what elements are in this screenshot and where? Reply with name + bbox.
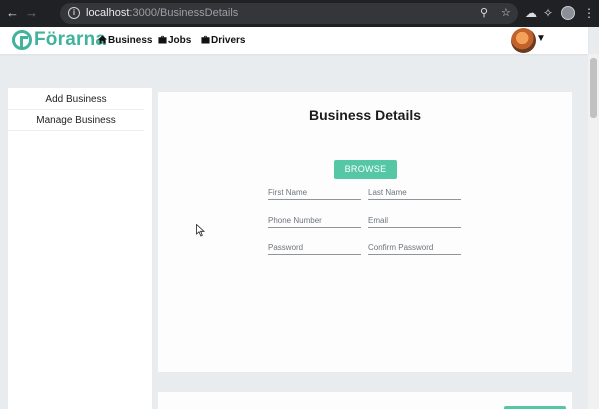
extension-puzzle-icon[interactable]: ✧ [543, 5, 553, 21]
nav-drivers-label: Drivers [211, 35, 246, 46]
zoom-icon[interactable]: ⚲ [480, 6, 488, 21]
browser-menu-icon[interactable]: ⋮ [583, 5, 595, 21]
browser-profile-avatar[interactable] [561, 6, 575, 20]
forward-arrow-icon[interactable]: → [25, 5, 38, 21]
scrollbar-thumb[interactable] [590, 58, 597, 118]
user-avatar[interactable] [511, 28, 536, 53]
site-info-icon[interactable]: i [68, 7, 80, 19]
app-navbar: Förarna Business Jobs Drivers ▼ [0, 27, 588, 54]
browser-toolbar: ← → i localhost:3000/BusinessDetails ⚲ ☆… [0, 0, 599, 27]
sidebar-item-manage-business[interactable]: Manage Business [8, 110, 144, 131]
url-path: :3000/BusinessDetails [129, 7, 239, 19]
home-icon [98, 35, 107, 44]
chevron-down-icon[interactable]: ▼ [536, 33, 546, 45]
page-scrollbar[interactable] [588, 54, 599, 409]
business-details-card: Business Details BROWSE [158, 92, 572, 372]
logo-mark-icon [12, 30, 32, 50]
phone-number-field-wrap [268, 214, 361, 228]
last-name-field[interactable] [368, 186, 461, 199]
first-name-field[interactable] [268, 186, 361, 199]
bookmark-star-icon[interactable]: ☆ [501, 6, 511, 21]
briefcase-icon [158, 35, 167, 44]
phone-number-field[interactable] [268, 214, 361, 227]
url-host: localhost [86, 7, 130, 19]
secondary-card [158, 392, 572, 409]
logo-text: Förarna [34, 29, 107, 50]
mouse-cursor-icon [196, 224, 206, 237]
email-field-wrap [368, 214, 461, 228]
extension-cloud-icon[interactable]: ☁ [525, 5, 537, 21]
password-field[interactable] [268, 241, 361, 254]
sidebar: Add Business Manage Business [8, 88, 152, 409]
last-name-field-wrap [368, 186, 461, 200]
briefcase-icon [201, 35, 210, 44]
email-field[interactable] [368, 214, 461, 227]
first-name-field-wrap [268, 186, 361, 200]
page-title: Business Details [308, 107, 422, 123]
address-url[interactable]: localhost:3000/BusinessDetails [86, 6, 238, 21]
back-arrow-icon[interactable]: ← [6, 5, 19, 21]
password-field-wrap [268, 241, 361, 255]
sidebar-item-add-business[interactable]: Add Business [8, 89, 144, 110]
nav-jobs-link[interactable]: Jobs [158, 34, 191, 47]
nav-drivers-link[interactable]: Drivers [201, 34, 245, 47]
nav-jobs-label: Jobs [168, 35, 192, 46]
confirm-password-field-wrap [368, 241, 461, 255]
nav-business-label: Business [108, 35, 153, 46]
address-bar[interactable]: i localhost:3000/BusinessDetails ⚲ ☆ [60, 3, 518, 24]
nav-business-link[interactable]: Business [98, 34, 152, 47]
browse-button[interactable]: BROWSE [334, 160, 397, 179]
confirm-password-field[interactable] [368, 241, 461, 254]
